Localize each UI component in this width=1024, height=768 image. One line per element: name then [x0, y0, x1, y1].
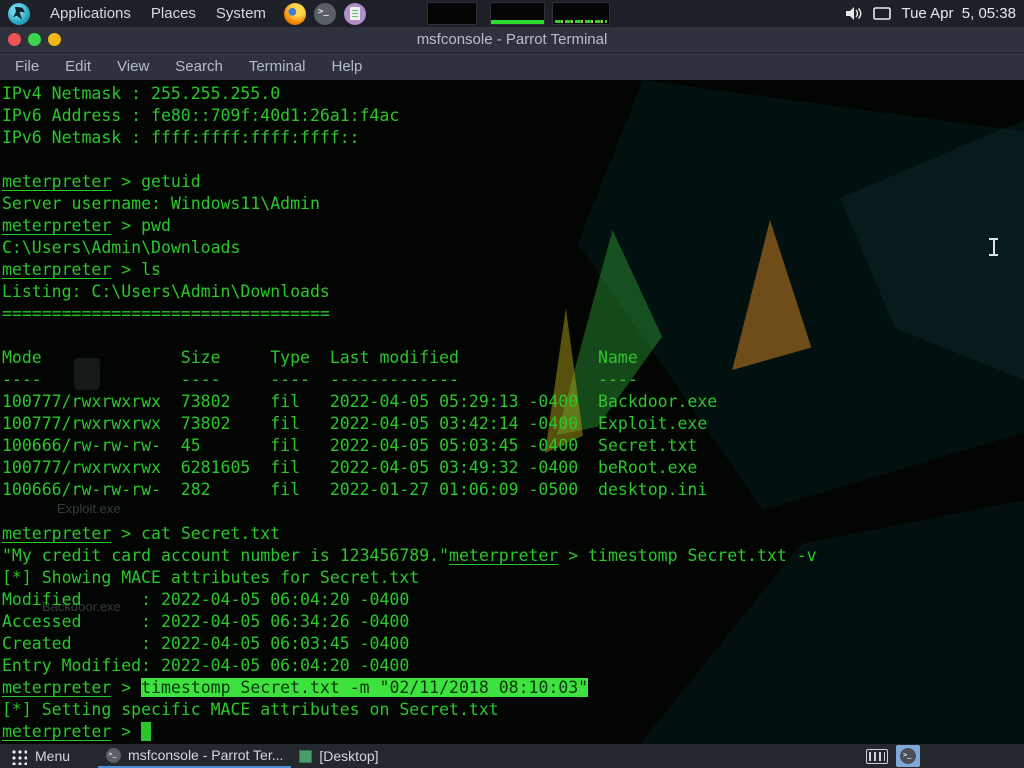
menu-grid-icon[interactable]: [10, 748, 27, 765]
window-preview-strip: [427, 2, 610, 25]
terminal-line: meterpreter > getuid: [2, 171, 1024, 193]
active-window-tray-highlight[interactable]: [896, 745, 920, 767]
task-label: msfconsole - Parrot Ter...: [128, 747, 283, 763]
taskbar-menu-button[interactable]: Menu: [35, 748, 70, 764]
terminal-line: Entry Modified: 2022-04-05 06:04:20 -040…: [2, 655, 1024, 677]
title-bar[interactable]: msfconsole - Parrot Terminal: [0, 27, 1024, 53]
system-menu[interactable]: System: [206, 5, 276, 22]
text-editor-icon[interactable]: [344, 3, 366, 25]
terminal-icon: [106, 748, 121, 763]
desktop-screen: Applications Places System: [0, 0, 1024, 768]
terminal-line: Created : 2022-04-05 06:03:45 -0400: [2, 633, 1024, 655]
terminal-line: [*] Showing MACE attributes for Secret.t…: [2, 567, 1024, 589]
terminal-line: 100666/rw-rw-rw- 282 fil 2022-01-27 01:0…: [2, 479, 1024, 501]
terminal-launcher-icon[interactable]: [314, 3, 336, 25]
terminal-line: meterpreter >: [2, 721, 1024, 743]
terminal-output[interactable]: IPv4 Netmask : 255.255.255.0IPv6 Address…: [0, 80, 1024, 744]
window-preview-2[interactable]: [490, 2, 545, 25]
taskbar-task-desktop[interactable]: [Desktop]: [291, 744, 386, 768]
keyboard-layout-icon[interactable]: [866, 749, 888, 764]
menu-file[interactable]: File: [2, 58, 52, 75]
terminal-line: 100777/rwxrwxrwx 6281605 fil 2022-04-05 …: [2, 457, 1024, 479]
terminal-line: C:\Users\Admin\Downloads: [2, 237, 1024, 259]
desktop-icon: [299, 750, 312, 763]
terminal-line: Listing: C:\Users\Admin\Downloads: [2, 281, 1024, 303]
menu-view[interactable]: View: [104, 58, 162, 75]
terminal-viewport[interactable]: Exploit.exe Backdoor.exe IPv4 Netmask : …: [0, 80, 1024, 744]
menu-terminal[interactable]: Terminal: [236, 58, 319, 75]
task-label: [Desktop]: [319, 748, 378, 764]
taskbar: Menu msfconsole - Parrot Ter... [Desktop…: [0, 744, 1024, 768]
terminal-line: [2, 149, 1024, 171]
terminal-line: 100777/rwxrwxrwx 73802 fil 2022-04-05 03…: [2, 413, 1024, 435]
firefox-icon[interactable]: [284, 3, 306, 25]
text-cursor-pointer: [989, 238, 998, 256]
minimize-button[interactable]: [28, 33, 41, 46]
terminal-line: IPv6 Netmask : ffff:ffff:ffff:ffff::: [2, 127, 1024, 149]
clock[interactable]: Tue Apr 5, 05:38: [901, 5, 1016, 22]
system-tray: [866, 745, 920, 767]
terminal-line: 100666/rw-rw-rw- 45 fil 2022-04-05 05:03…: [2, 435, 1024, 457]
terminal-line: meterpreter > cat Secret.txt: [2, 523, 1024, 545]
terminal-line: [2, 325, 1024, 347]
menu-help[interactable]: Help: [319, 58, 376, 75]
terminal-line: meterpreter > pwd: [2, 215, 1024, 237]
menu-bar: File Edit View Search Terminal Help: [0, 53, 1024, 80]
volume-icon[interactable]: [846, 6, 863, 21]
window-title: msfconsole - Parrot Terminal: [0, 27, 1024, 53]
terminal-window: msfconsole - Parrot Terminal File Edit V…: [0, 27, 1024, 744]
places-menu[interactable]: Places: [141, 5, 206, 22]
terminal-tray-icon: [900, 748, 916, 764]
system-top-bar: Applications Places System: [0, 0, 1024, 27]
terminal-line: IPv4 Netmask : 255.255.255.0: [2, 83, 1024, 105]
terminal-line: Server username: Windows11\Admin: [2, 193, 1024, 215]
terminal-line: [*] Setting specific MACE attributes on …: [2, 699, 1024, 721]
window-preview-1[interactable]: [427, 2, 477, 25]
display-icon[interactable]: [873, 7, 891, 21]
terminal-line: "My credit card account number is 123456…: [2, 545, 1024, 567]
terminal-line: =================================: [2, 303, 1024, 325]
applications-menu[interactable]: Applications: [40, 5, 141, 22]
terminal-line: 100777/rwxrwxrwx 73802 fil 2022-04-05 05…: [2, 391, 1024, 413]
terminal-line: [2, 501, 1024, 523]
parrot-logo-icon[interactable]: [8, 3, 30, 25]
terminal-line: ---- ---- ---- ------------- ----: [2, 369, 1024, 391]
terminal-line: Accessed : 2022-04-05 06:34:26 -0400: [2, 611, 1024, 633]
terminal-line: Mode Size Type Last modified Name: [2, 347, 1024, 369]
taskbar-task-msfconsole[interactable]: msfconsole - Parrot Ter...: [98, 744, 291, 768]
menu-search[interactable]: Search: [162, 58, 236, 75]
maximize-button[interactable]: [48, 33, 61, 46]
terminal-line: meterpreter > ls: [2, 259, 1024, 281]
terminal-line: Modified : 2022-04-05 06:04:20 -0400: [2, 589, 1024, 611]
terminal-line: IPv6 Address : fe80::709f:40d1:26a1:f4ac: [2, 105, 1024, 127]
menu-edit[interactable]: Edit: [52, 58, 104, 75]
close-button[interactable]: [8, 33, 21, 46]
terminal-line: meterpreter > timestomp Secret.txt -m "0…: [2, 677, 1024, 699]
window-preview-3[interactable]: [552, 2, 610, 25]
